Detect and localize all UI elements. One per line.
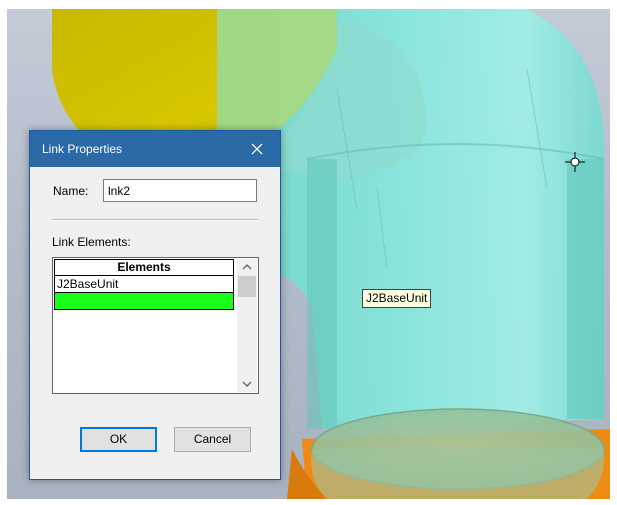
grid-row[interactable]: J2BaseUnit: [54, 276, 234, 293]
crosshair-cursor-icon: [565, 152, 585, 172]
close-button[interactable]: [234, 131, 280, 167]
grid-row-new[interactable]: [54, 293, 234, 310]
link-elements-label: Link Elements:: [52, 235, 131, 249]
chevron-up-icon: [242, 264, 252, 270]
grid-header-elements[interactable]: Elements: [54, 259, 234, 276]
dialog-title: Link Properties: [42, 142, 123, 156]
dialog-titlebar[interactable]: Link Properties: [30, 131, 280, 167]
name-input[interactable]: [103, 179, 257, 202]
hover-tooltip: J2BaseUnit: [362, 289, 432, 308]
separator: [52, 219, 258, 221]
cancel-button[interactable]: Cancel: [174, 427, 251, 452]
scroll-down-button[interactable]: [237, 375, 257, 392]
ok-button[interactable]: OK: [80, 427, 157, 452]
link-elements-grid[interactable]: Elements J2BaseUnit: [52, 257, 259, 394]
scroll-up-button[interactable]: [237, 259, 257, 276]
chevron-down-icon: [242, 381, 252, 387]
scroll-thumb[interactable]: [238, 276, 256, 297]
vertical-scrollbar[interactable]: [237, 259, 257, 392]
link-properties-dialog: Link Properties Name: Link Elements: Ele…: [29, 130, 281, 480]
close-icon: [251, 143, 263, 155]
name-label: Name:: [53, 184, 89, 198]
